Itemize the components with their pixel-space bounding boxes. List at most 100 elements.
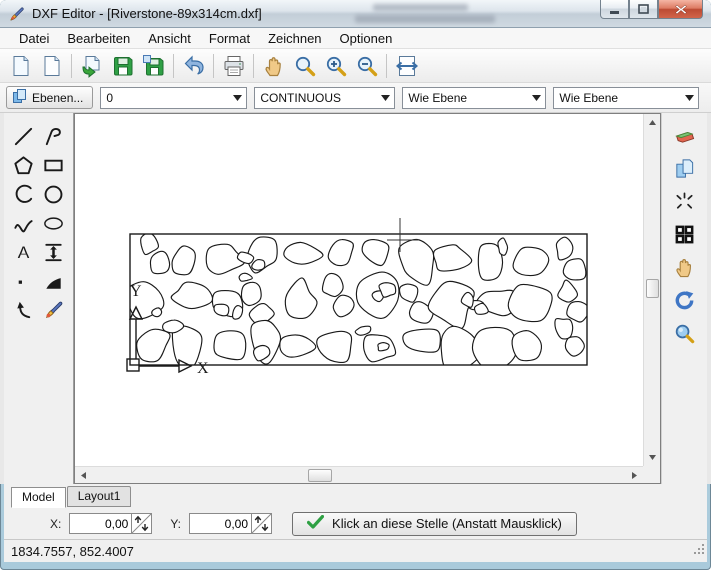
window-controls <box>600 0 703 19</box>
scroll-up-icon[interactable] <box>645 115 660 130</box>
blocks-tool-button[interactable] <box>670 220 700 248</box>
point-icon <box>12 270 35 293</box>
click-here-button-label: Klick an diese Stelle (Anstatt Mausklick… <box>332 516 562 531</box>
save-as-file-button[interactable] <box>138 51 169 80</box>
print-button[interactable] <box>218 51 249 80</box>
toolbar-separator <box>213 54 214 78</box>
zoom-button[interactable] <box>289 51 320 80</box>
spline-icon <box>12 212 35 235</box>
coordinate-panel: X: Y: Klick an diese Stelle (Anstatt Mau… <box>4 508 707 539</box>
leader-tool-button[interactable] <box>9 296 39 325</box>
x-spinner[interactable] <box>131 513 152 534</box>
zoom-icon <box>293 54 317 78</box>
close-button[interactable] <box>658 0 703 19</box>
undo-button[interactable] <box>178 51 209 80</box>
copy-icon <box>673 157 696 180</box>
linetype-select[interactable]: CONTINUOUS <box>254 87 395 109</box>
zoom-in-icon <box>324 54 348 78</box>
open-file-button[interactable] <box>76 51 107 80</box>
new-file-icon <box>9 54 33 78</box>
print-icon <box>222 54 246 78</box>
explode-tool-button[interactable] <box>670 187 700 215</box>
pan-hand-tool-button[interactable] <box>670 253 700 281</box>
resize-grip[interactable] <box>693 542 705 560</box>
toolbar-separator <box>173 54 174 78</box>
rectangle-icon <box>42 154 65 177</box>
vertical-scroll-thumb[interactable] <box>646 279 659 298</box>
titlebar-ghost-reflection <box>345 3 530 25</box>
circle-icon <box>42 183 65 206</box>
y-spinner[interactable] <box>251 513 272 534</box>
svg-text:A: A <box>18 242 30 262</box>
new-file-button[interactable] <box>5 51 36 80</box>
eraser-tool-button[interactable] <box>670 121 700 149</box>
arc-tool-button[interactable] <box>9 180 39 209</box>
layers-icon <box>12 88 28 107</box>
rotate-tool-button[interactable] <box>670 286 700 314</box>
menu-bearbeiten[interactable]: Bearbeiten <box>58 29 139 48</box>
main-toolbar <box>0 49 711 83</box>
zoom-out-icon <box>355 54 379 78</box>
ucs-x-label: X <box>197 360 209 377</box>
point-tool-button[interactable] <box>9 267 39 296</box>
format-toolbar: Ebenen... 0 CONTINUOUS Wie Ebene Wie Ebe… <box>0 83 711 113</box>
maximize-button[interactable] <box>629 0 658 19</box>
zoom-extents-button[interactable] <box>391 51 422 80</box>
ellipse-tool-button[interactable] <box>39 209 69 238</box>
zoom-out-button[interactable] <box>351 51 382 80</box>
horizontal-scrollbar[interactable] <box>75 466 643 483</box>
x-coordinate-input[interactable] <box>69 513 131 534</box>
solid-fill-icon <box>42 270 65 293</box>
color-select[interactable]: Wie Ebene <box>402 87 546 109</box>
zoom-view-tool-button[interactable] <box>670 319 700 347</box>
polyline-tool-button[interactable] <box>39 122 69 151</box>
polygon-icon <box>12 154 35 177</box>
copy-tool-button[interactable] <box>670 154 700 182</box>
paintbrush-icon <box>42 299 65 322</box>
leader-icon <box>12 299 35 322</box>
scroll-down-icon[interactable] <box>645 450 660 465</box>
minimize-button[interactable] <box>600 0 629 19</box>
spline-tool-button[interactable] <box>9 209 39 238</box>
drawing-canvas[interactable]: YX <box>74 113 661 484</box>
rectangle-tool-button[interactable] <box>39 151 69 180</box>
click-here-button[interactable]: Klick an diese Stelle (Anstatt Mausklick… <box>292 512 577 536</box>
open-file-icon <box>80 54 104 78</box>
lineweight-select[interactable]: Wie Ebene <box>553 87 699 109</box>
pan-hand-button[interactable] <box>258 51 289 80</box>
text-tool-button[interactable]: A <box>9 238 39 267</box>
paintbrush-tool-button[interactable] <box>39 296 69 325</box>
tab-model[interactable]: Model <box>11 487 66 508</box>
layers-button[interactable]: Ebenen... <box>6 86 93 109</box>
layer-select[interactable]: 0 <box>100 87 247 109</box>
text-height-icon <box>42 241 65 264</box>
menu-zeichnen[interactable]: Zeichnen <box>259 29 330 48</box>
scroll-left-icon[interactable] <box>76 468 91 483</box>
text-height-tool-button[interactable] <box>39 238 69 267</box>
menu-format[interactable]: Format <box>200 29 259 48</box>
save-file-button[interactable] <box>107 51 138 80</box>
scroll-right-icon[interactable] <box>627 468 642 483</box>
line-tool-button[interactable] <box>9 122 39 151</box>
toolbar-separator <box>253 54 254 78</box>
new-drawing-icon <box>40 54 64 78</box>
polygon-tool-button[interactable] <box>9 151 39 180</box>
modify-tool-palette <box>661 113 707 484</box>
zoom-in-button[interactable] <box>320 51 351 80</box>
circle-tool-button[interactable] <box>39 180 69 209</box>
tab-layout1[interactable]: Layout1 <box>67 486 132 507</box>
pan-hand-icon <box>262 54 286 78</box>
ucs-y-label: Y <box>130 283 142 300</box>
toolbar-separator <box>386 54 387 78</box>
vertical-scrollbar[interactable] <box>643 114 660 466</box>
explode-icon <box>673 190 696 213</box>
menu-datei[interactable]: Datei <box>10 29 58 48</box>
horizontal-scroll-thumb[interactable] <box>308 469 332 482</box>
new-drawing-button[interactable] <box>36 51 67 80</box>
menu-optionen[interactable]: Optionen <box>331 29 402 48</box>
menu-ansicht[interactable]: Ansicht <box>139 29 200 48</box>
y-coordinate-input[interactable] <box>189 513 251 534</box>
solid-fill-tool-button[interactable] <box>39 267 69 296</box>
riverstone-drawing: YX <box>75 114 640 467</box>
rotate-icon <box>673 289 696 312</box>
